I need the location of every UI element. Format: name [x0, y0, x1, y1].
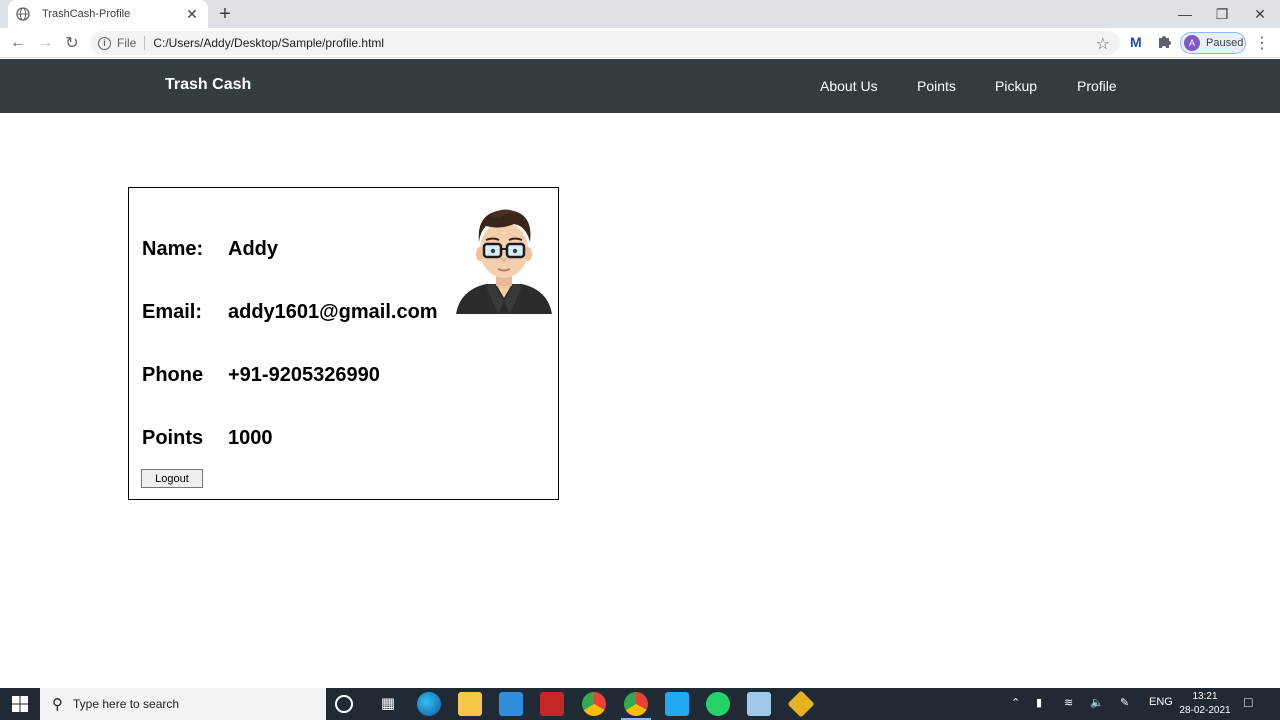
points-value: 1000	[228, 427, 273, 449]
git-icon[interactable]	[787, 690, 815, 718]
clock-date: 28-02-2021	[1179, 705, 1231, 716]
language-indicator[interactable]: ENG	[1149, 696, 1173, 708]
email-value: addy1601@gmail.com	[228, 301, 438, 323]
windows-start-icon[interactable]	[0, 688, 40, 720]
name-value: Addy	[228, 238, 278, 260]
edge-browser-icon[interactable]	[417, 692, 441, 716]
url-text[interactable]: C:/Users/Addy/Desktop/Sample/profile.htm…	[153, 36, 384, 50]
window-close-icon[interactable]: ✕	[1241, 0, 1279, 28]
chrome-icon[interactable]	[582, 692, 606, 716]
task-view-icon[interactable]: ▦	[376, 692, 400, 716]
pen-icon[interactable]: ✎	[1120, 696, 1129, 709]
notification-center-icon[interactable]: □	[1244, 694, 1252, 710]
forward-icon[interactable]: →	[34, 32, 56, 54]
profile-chip[interactable]: A Paused	[1180, 32, 1246, 54]
whatsapp-icon[interactable]	[706, 692, 730, 716]
search-icon: ⚲	[52, 696, 63, 713]
notepad-icon[interactable]	[747, 692, 771, 716]
vscode-icon[interactable]	[665, 692, 689, 716]
browser-toolbar: ← → ↻ i File C:/Users/Addy/Desktop/Sampl…	[0, 28, 1280, 58]
logout-button[interactable]: Logout	[141, 469, 203, 488]
restore-icon[interactable]: ❐	[1203, 0, 1241, 28]
mail-icon[interactable]	[499, 692, 523, 716]
profile-status: Paused	[1206, 37, 1244, 49]
windows-taskbar: ⚲ Type here to search ▦ ⌃ ▮ ≋ 🔈 ✎ ENG 13…	[0, 688, 1280, 720]
volume-icon[interactable]: 🔈	[1090, 696, 1104, 709]
nav-pickup[interactable]: Pickup	[995, 78, 1037, 94]
address-bar[interactable]: i File C:/Users/Addy/Desktop/Sample/prof…	[90, 31, 1120, 55]
chrome-active-icon[interactable]	[624, 692, 648, 716]
profile-avatar: A	[1184, 35, 1200, 51]
site-navbar: Trash Cash About Us Points Pickup Profil…	[0, 59, 1280, 113]
battery-icon[interactable]: ▮	[1036, 696, 1042, 709]
browser-tab[interactable]: TrashCash-Profile ✕	[8, 0, 208, 28]
reload-icon[interactable]: ↻	[61, 32, 83, 54]
search-placeholder: Type here to search	[73, 697, 180, 711]
taskbar-search-input[interactable]: ⚲ Type here to search	[40, 688, 326, 720]
new-tab-icon[interactable]: +	[216, 4, 234, 24]
profile-card: Name: Addy Email: addy1601@gmail.com Pho…	[128, 187, 559, 500]
globe-icon	[16, 7, 30, 21]
file-explorer-icon[interactable]	[458, 692, 482, 716]
tab-title: TrashCash-Profile	[42, 8, 131, 20]
scheme-label: File	[117, 36, 146, 50]
name-label: Name:	[142, 238, 204, 260]
user-avatar	[456, 209, 552, 314]
clock-time: 13:21	[1192, 691, 1218, 702]
points-label: Points	[142, 427, 204, 449]
minimize-icon[interactable]: —	[1166, 0, 1204, 28]
kebab-menu-icon[interactable]: ⋮	[1254, 33, 1270, 53]
puzzle-extensions-icon[interactable]	[1157, 34, 1171, 51]
brand-logo[interactable]: Trash Cash	[165, 76, 251, 94]
phone-value: +91-9205326990	[228, 364, 380, 386]
cortana-icon[interactable]	[335, 695, 353, 713]
tray-chevron-icon[interactable]: ⌃	[1011, 696, 1020, 709]
antivirus-app-icon[interactable]	[540, 692, 564, 716]
info-icon[interactable]: i	[98, 36, 111, 50]
email-label: Email:	[142, 301, 203, 323]
wifi-icon[interactable]: ≋	[1064, 696, 1073, 709]
browser-tabstrip: TrashCash-Profile ✕ + — ❐ ✕	[0, 0, 1280, 28]
nav-profile[interactable]: Profile	[1077, 78, 1117, 94]
system-clock[interactable]: 13:21 28-02-2021	[1178, 690, 1232, 718]
extension-m-icon[interactable]: M	[1130, 34, 1142, 50]
nav-about-us[interactable]: About Us	[820, 78, 878, 94]
nav-points[interactable]: Points	[917, 78, 956, 94]
back-icon[interactable]: ←	[7, 32, 29, 54]
tab-close-icon[interactable]: ✕	[184, 6, 200, 22]
bookmark-star-icon[interactable]: ☆	[1096, 34, 1110, 54]
phone-label: Phone	[142, 364, 204, 386]
